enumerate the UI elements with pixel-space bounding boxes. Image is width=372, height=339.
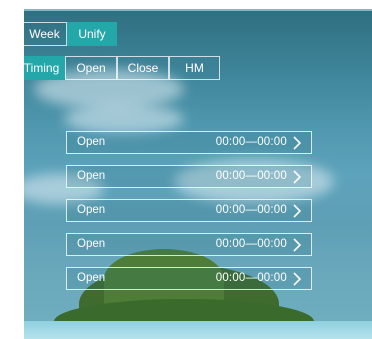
row-time-range: 00:00—00:00 <box>215 272 287 284</box>
background-ground <box>24 321 372 339</box>
schedule-row[interactable]: Open 00:00—00:00 <box>66 267 312 290</box>
chevron-right-icon <box>293 170 302 184</box>
schedule-row[interactable]: Open 00:00—00:00 <box>66 199 312 222</box>
chevron-right-icon <box>293 272 302 286</box>
tab-week[interactable]: Week <box>24 22 67 46</box>
row-time-range: 00:00—00:00 <box>215 136 287 148</box>
schedule-row[interactable]: Open 00:00—00:00 <box>66 165 312 188</box>
app-screen: Week Unify Timing Open Close HM Open 00:… <box>24 9 372 339</box>
row-time-range: 00:00—00:00 <box>215 170 287 182</box>
row-time-range: 00:00—00:00 <box>215 204 287 216</box>
chevron-right-icon <box>293 204 302 218</box>
background-cloud <box>64 104 184 134</box>
tab-hm[interactable]: HM <box>169 56 220 80</box>
row-label: Open <box>77 238 106 250</box>
row-time-range: 00:00—00:00 <box>215 238 287 250</box>
chevron-right-icon <box>293 136 302 150</box>
tab-unify[interactable]: Unify <box>67 22 117 46</box>
schedule-row[interactable]: Open 00:00—00:00 <box>66 131 312 154</box>
row-label: Open <box>77 170 106 182</box>
schedule-row[interactable]: Open 00:00—00:00 <box>66 233 312 256</box>
chevron-right-icon <box>293 238 302 252</box>
row-label: Open <box>77 204 106 216</box>
tab-open[interactable]: Open <box>65 56 117 80</box>
row-label: Open <box>77 272 106 284</box>
tab-close[interactable]: Close <box>117 56 169 80</box>
top-border <box>24 9 372 11</box>
row-label: Open <box>77 136 106 148</box>
tab-timing[interactable]: Timing <box>24 56 65 80</box>
